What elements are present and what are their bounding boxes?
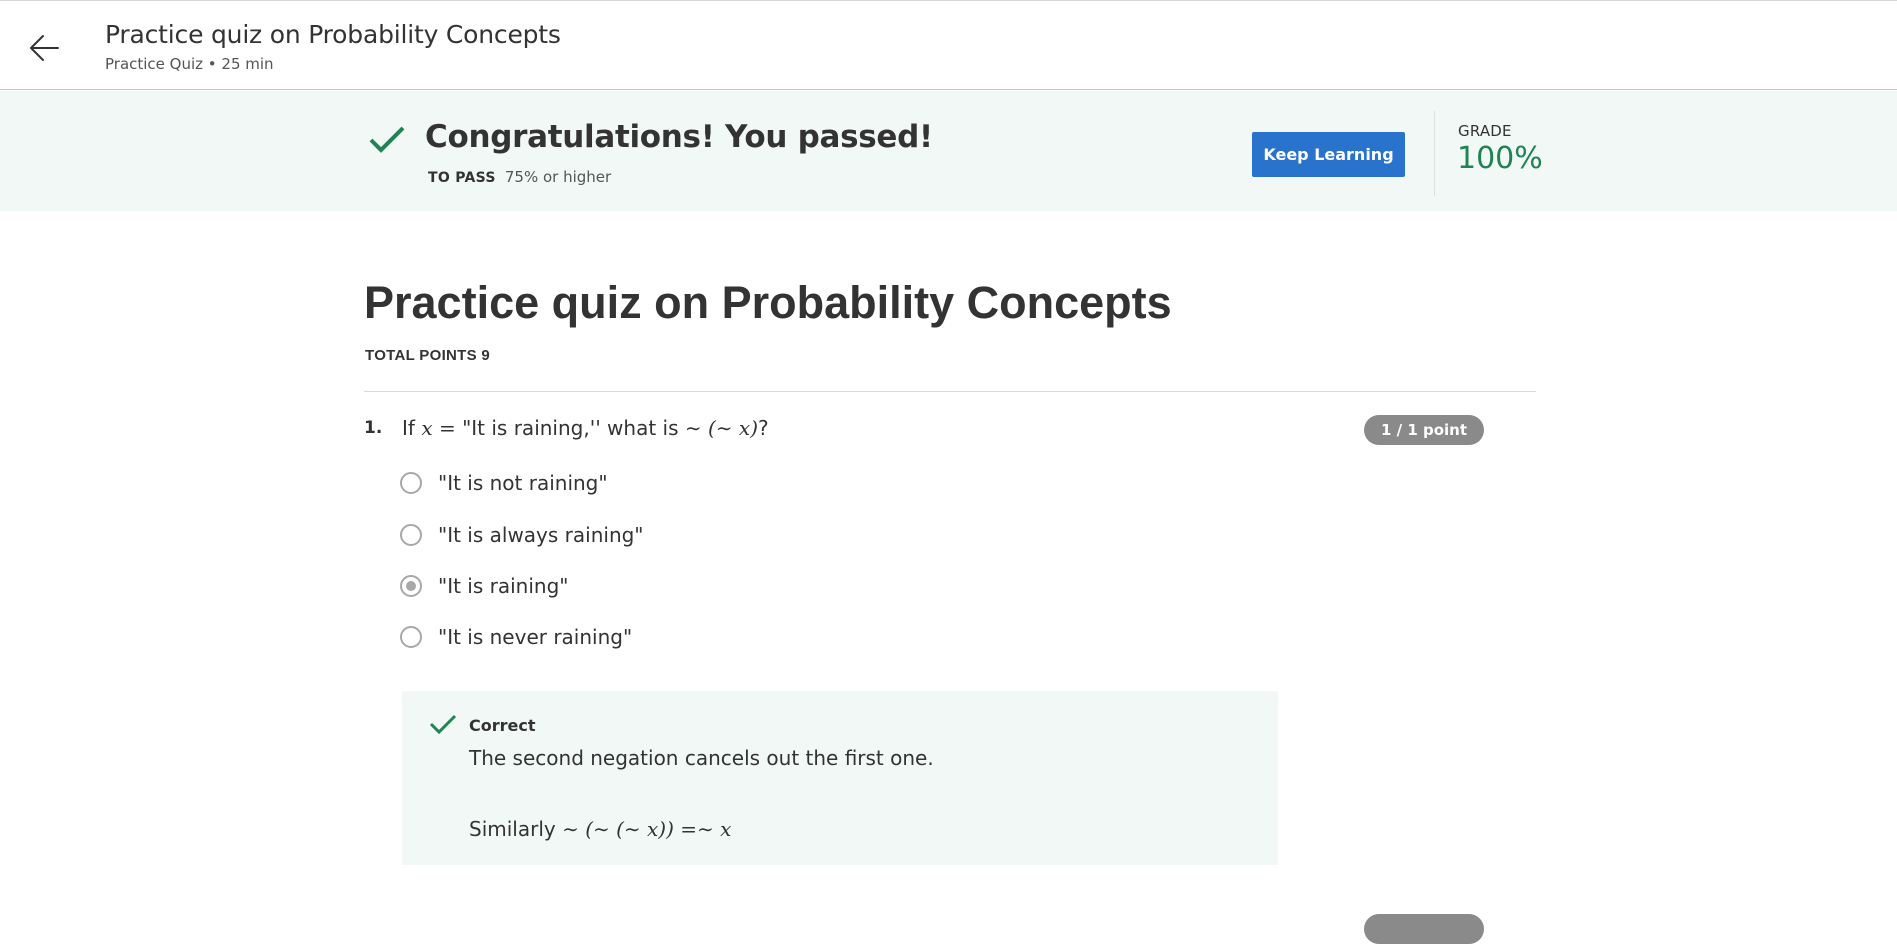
result-message: Congratulations! You passed!: [425, 119, 933, 155]
total-points: TOTAL POINTS 9: [365, 347, 491, 364]
checkmark-icon: [369, 126, 405, 153]
question-text-middle: "It is raining,'' what is: [462, 416, 679, 440]
feedback-similar: Similarly ∼ (∼ (∼ x)) =∼ x: [469, 817, 731, 841]
feedback-box: Correct The second negation cancels out …: [402, 691, 1278, 865]
radio-button[interactable]: [400, 472, 422, 494]
radio-button[interactable]: [400, 524, 422, 546]
question-text-suffix: ?: [758, 416, 769, 440]
pass-requirement: TO PASS 75% or higher: [428, 167, 611, 186]
divider: [1434, 111, 1435, 196]
feedback-text: The second negation cancels out the firs…: [469, 746, 934, 770]
answer-option[interactable]: "It is raining": [400, 571, 568, 601]
math-equals: =: [438, 416, 456, 440]
answer-option[interactable]: "It is always raining": [400, 520, 644, 550]
page-title: Practice quiz on Probability Concepts: [364, 277, 1172, 328]
divider: [364, 391, 1536, 392]
math-expression: ∼ (∼ (∼ x)) =∼ x: [562, 817, 732, 841]
answer-option-label: "It is never raining": [438, 625, 633, 649]
math-variable: x: [421, 416, 433, 440]
to-pass-label: TO PASS: [428, 170, 496, 186]
math-expression: ∼ (∼ x): [684, 416, 759, 440]
points-badge: 1 / 1 point: [1364, 415, 1484, 445]
feedback-status: Correct: [469, 716, 536, 735]
answer-option[interactable]: "It is never raining": [400, 622, 632, 652]
to-pass-value: 75% or higher: [504, 168, 612, 186]
checkmark-icon: [429, 714, 457, 735]
answer-option-label: "It is not raining": [438, 471, 608, 495]
answer-option-label: "It is always raining": [438, 523, 644, 547]
answer-option-label: "It is raining": [438, 574, 569, 598]
radio-button[interactable]: [400, 626, 422, 648]
grade-label: GRADE: [1458, 122, 1512, 140]
question-text: If x = "It is raining,'' what is ∼ (∼ x)…: [402, 416, 769, 440]
back-button[interactable]: [26, 27, 68, 69]
header-subtitle: Practice Quiz • 25 min: [105, 55, 274, 73]
question-text-prefix: If: [402, 416, 415, 440]
result-banner: Congratulations! You passed! TO PASS 75%…: [0, 91, 1897, 211]
question-number: 1.: [364, 418, 383, 438]
header-title: Practice quiz on Probability Concepts: [105, 20, 561, 49]
arrow-left-icon: [30, 35, 59, 61]
feedback-similar-prefix: Similarly: [469, 817, 556, 841]
answer-option[interactable]: "It is not raining": [400, 468, 608, 498]
radio-button-selected[interactable]: [400, 575, 422, 597]
top-bar: Practice quiz on Probability Concepts Pr…: [0, 0, 1897, 90]
grade-value: 100%: [1457, 141, 1543, 176]
keep-learning-button[interactable]: Keep Learning: [1252, 132, 1405, 177]
